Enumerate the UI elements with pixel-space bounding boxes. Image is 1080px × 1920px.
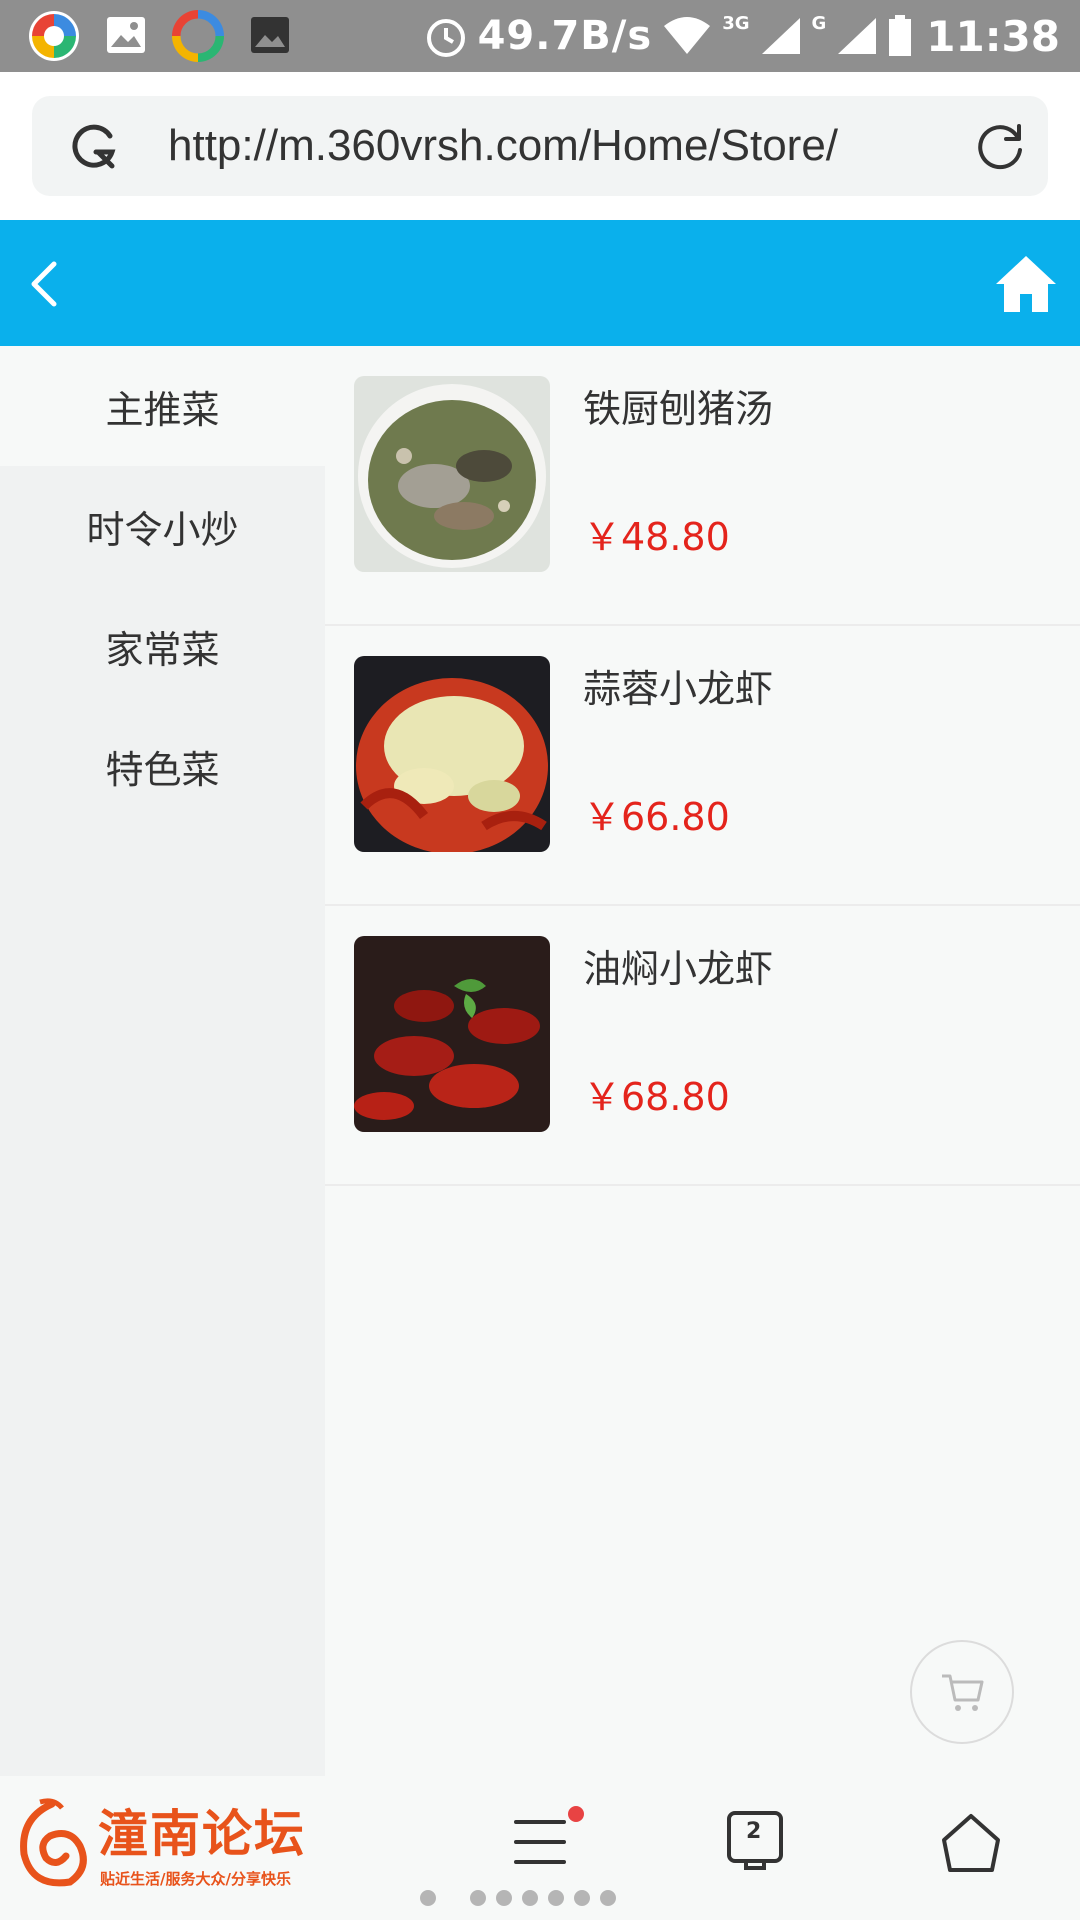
product-name: 铁厨刨猪汤: [583, 387, 774, 431]
status-right: 49.7B/s 3G G 11:38: [424, 0, 1060, 72]
wifi-icon: [664, 17, 711, 54]
category-label: 主推菜: [105, 387, 220, 432]
search-engine-icon[interactable]: [68, 122, 122, 172]
address-bar[interactable]: http://m.360vrsh.com/Home/Store/: [32, 96, 1048, 196]
category-sidebar: 主推菜 时令小炒 家常菜 特色菜: [0, 346, 325, 1776]
product-price: ￥66.80: [583, 795, 730, 839]
product-list: 铁厨刨猪汤 ￥48.80 蒜蓉小龙虾 ￥66.80 油焖小龙虾 ￥68.80: [325, 346, 1080, 1186]
product-price: ￥68.80: [583, 1075, 730, 1119]
category-label: 时令小炒: [86, 507, 239, 552]
clock: 11:38: [926, 11, 1060, 61]
network-type-a: 3G: [722, 12, 750, 34]
chevron-left-icon[interactable]: [20, 256, 70, 312]
notification-dot: [568, 1806, 584, 1822]
page-dot: [548, 1890, 564, 1906]
app-icon-ring: [172, 10, 224, 62]
net-speed: 49.7B/s: [477, 13, 653, 59]
product-item[interactable]: 油焖小龙虾 ￥68.80: [325, 906, 1080, 1186]
category-item-seasonal[interactable]: 时令小炒: [0, 466, 325, 586]
app-header: [0, 220, 1080, 346]
category-label: 特色菜: [105, 747, 220, 792]
logo-slogan: 贴近生活/服务大众/分享快乐: [100, 1870, 291, 1888]
page-dot: [420, 1890, 436, 1906]
reload-icon[interactable]: [972, 118, 1028, 174]
product-price: ￥48.80: [583, 515, 730, 559]
product-item[interactable]: 蒜蓉小龙虾 ￥66.80: [325, 626, 1080, 906]
site-logo[interactable]: 潼南论坛 贴近生活/服务大众/分享快乐: [10, 1792, 350, 1902]
logo-title: 潼南论坛: [98, 1805, 306, 1863]
category-item-home-style[interactable]: 家常菜: [0, 586, 325, 706]
status-bar: 49.7B/s 3G G 11:38: [0, 0, 1080, 72]
product-image[interactable]: [354, 936, 550, 1132]
page-dot: [600, 1890, 616, 1906]
product-item[interactable]: 铁厨刨猪汤 ￥48.80: [325, 346, 1080, 626]
home-icon[interactable]: [994, 254, 1058, 314]
product-name: 油焖小龙虾: [583, 947, 774, 991]
tabs-count: 2: [746, 1819, 762, 1844]
page-dot: [522, 1890, 538, 1906]
page-dot: [470, 1890, 486, 1906]
cart-icon: [942, 1674, 984, 1711]
network-type-b: G: [811, 12, 827, 34]
product-name: 蒜蓉小龙虾: [583, 667, 774, 711]
menu-icon[interactable]: [512, 1814, 568, 1870]
category-item-special[interactable]: 特色菜: [0, 706, 325, 826]
page-indicator: [420, 1890, 616, 1906]
page-dot: [496, 1890, 512, 1906]
signal-icon-a: [761, 18, 800, 54]
logo-swirl-icon: [20, 1798, 87, 1887]
product-image[interactable]: [354, 376, 550, 572]
category-label: 家常菜: [105, 627, 220, 672]
home-outline-icon[interactable]: [940, 1812, 1002, 1874]
bottom-nav: 潼南论坛 贴近生活/服务大众/分享快乐 2: [0, 1776, 1080, 1920]
image-icon: [107, 17, 145, 53]
cart-button[interactable]: [910, 1640, 1014, 1744]
app-icon-colorful: [29, 11, 79, 61]
category-item-main[interactable]: 主推菜: [0, 346, 325, 466]
image-icon-2: [251, 17, 289, 53]
page-dot: [574, 1890, 590, 1906]
alarm-icon: [426, 19, 465, 57]
battery-icon: [889, 15, 912, 56]
browser-toolbar: http://m.360vrsh.com/Home/Store/: [0, 72, 1080, 220]
product-image[interactable]: [354, 656, 550, 852]
signal-icon-b: [838, 18, 877, 54]
url-text[interactable]: http://m.360vrsh.com/Home/Store/: [168, 118, 968, 174]
